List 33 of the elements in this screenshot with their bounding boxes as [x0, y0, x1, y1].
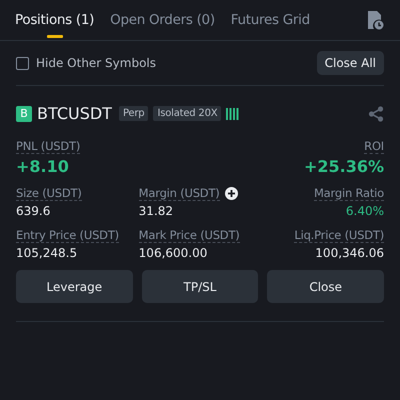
stat-value: +8.10	[16, 157, 70, 176]
side-badge: B	[16, 106, 32, 122]
share-icon[interactable]	[368, 106, 384, 122]
stat-label: Liq.Price (USDT)	[294, 228, 384, 243]
symbol: BTCUSDT	[37, 104, 112, 123]
checkbox[interactable]	[16, 56, 29, 70]
stat-label: ROI	[364, 139, 384, 154]
stat-label: Size (USDT)	[16, 186, 82, 201]
add-icon[interactable]	[224, 187, 238, 200]
tag: Perp	[118, 106, 148, 121]
checkbox-label: Hide Other Symbols	[36, 56, 156, 70]
stat-label: Margin (USDT)	[138, 186, 220, 201]
risk-bars-icon	[226, 108, 240, 120]
action-button[interactable]: Close	[267, 270, 384, 303]
action-button[interactable]: TP/SL	[142, 270, 258, 303]
stat-label: Entry Price (USDT)	[16, 228, 119, 243]
close-all-button[interactable]: Close All	[316, 51, 384, 75]
stat-value: 6.40%	[346, 204, 384, 218]
stat-value: 105,248.5	[16, 246, 78, 260]
history-icon[interactable]	[366, 10, 384, 30]
tag: Isolated 20X	[153, 106, 222, 121]
stat-value: 106,600.00	[138, 246, 208, 260]
action-button[interactable]: Leverage	[16, 270, 133, 303]
stat-label: Margin Ratio	[314, 186, 384, 201]
stat-label: Mark Price (USDT)	[138, 228, 240, 243]
tab[interactable]: Positions (1)	[15, 2, 94, 38]
stat-value: 100,346.06	[315, 246, 384, 260]
tab[interactable]: Open Orders (0)	[110, 2, 215, 38]
stat-value: 31.82	[138, 204, 174, 218]
tab[interactable]: Futures Grid	[230, 2, 310, 38]
stat-value: 639.6	[16, 204, 52, 218]
stat-label: PNL (USDT)	[16, 139, 80, 154]
stat-value: +25.36%	[304, 157, 384, 176]
